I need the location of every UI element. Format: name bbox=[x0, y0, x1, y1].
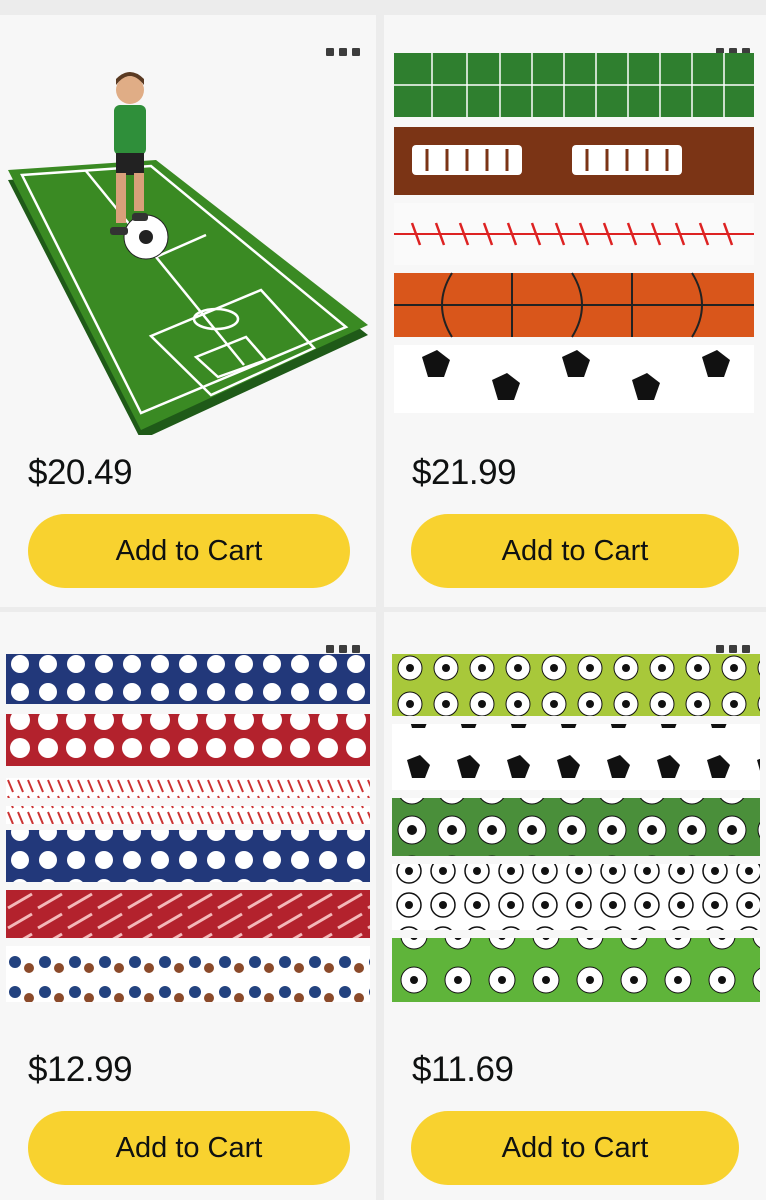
product-image[interactable] bbox=[392, 650, 760, 1020]
product-image[interactable] bbox=[6, 650, 370, 1020]
product-image[interactable] bbox=[6, 45, 370, 435]
product-price: $20.49 bbox=[28, 453, 133, 492]
add-to-cart-button[interactable]: Add to Cart bbox=[411, 1111, 739, 1185]
product-card[interactable]: $21.99 Add to Cart bbox=[384, 15, 766, 607]
product-card[interactable]: $20.49 Add to Cart bbox=[0, 15, 376, 607]
product-price: $12.99 bbox=[28, 1050, 133, 1089]
add-to-cart-button[interactable]: Add to Cart bbox=[28, 1111, 350, 1185]
soccer-field-rug-image bbox=[8, 72, 368, 435]
add-to-cart-button[interactable]: Add to Cart bbox=[28, 514, 350, 588]
soccer-border-strips-image bbox=[392, 654, 760, 1002]
product-price: $21.99 bbox=[412, 453, 517, 492]
product-image[interactable] bbox=[392, 45, 760, 435]
product-card[interactable]: $11.69 Add to Cart bbox=[384, 612, 766, 1200]
product-card[interactable]: $12.99 Add to Cart bbox=[0, 612, 376, 1200]
sports-border-rolls-image bbox=[394, 53, 754, 413]
baseball-border-strips-image bbox=[6, 654, 370, 1002]
add-to-cart-button[interactable]: Add to Cart bbox=[411, 514, 739, 588]
product-price: $11.69 bbox=[412, 1050, 514, 1089]
